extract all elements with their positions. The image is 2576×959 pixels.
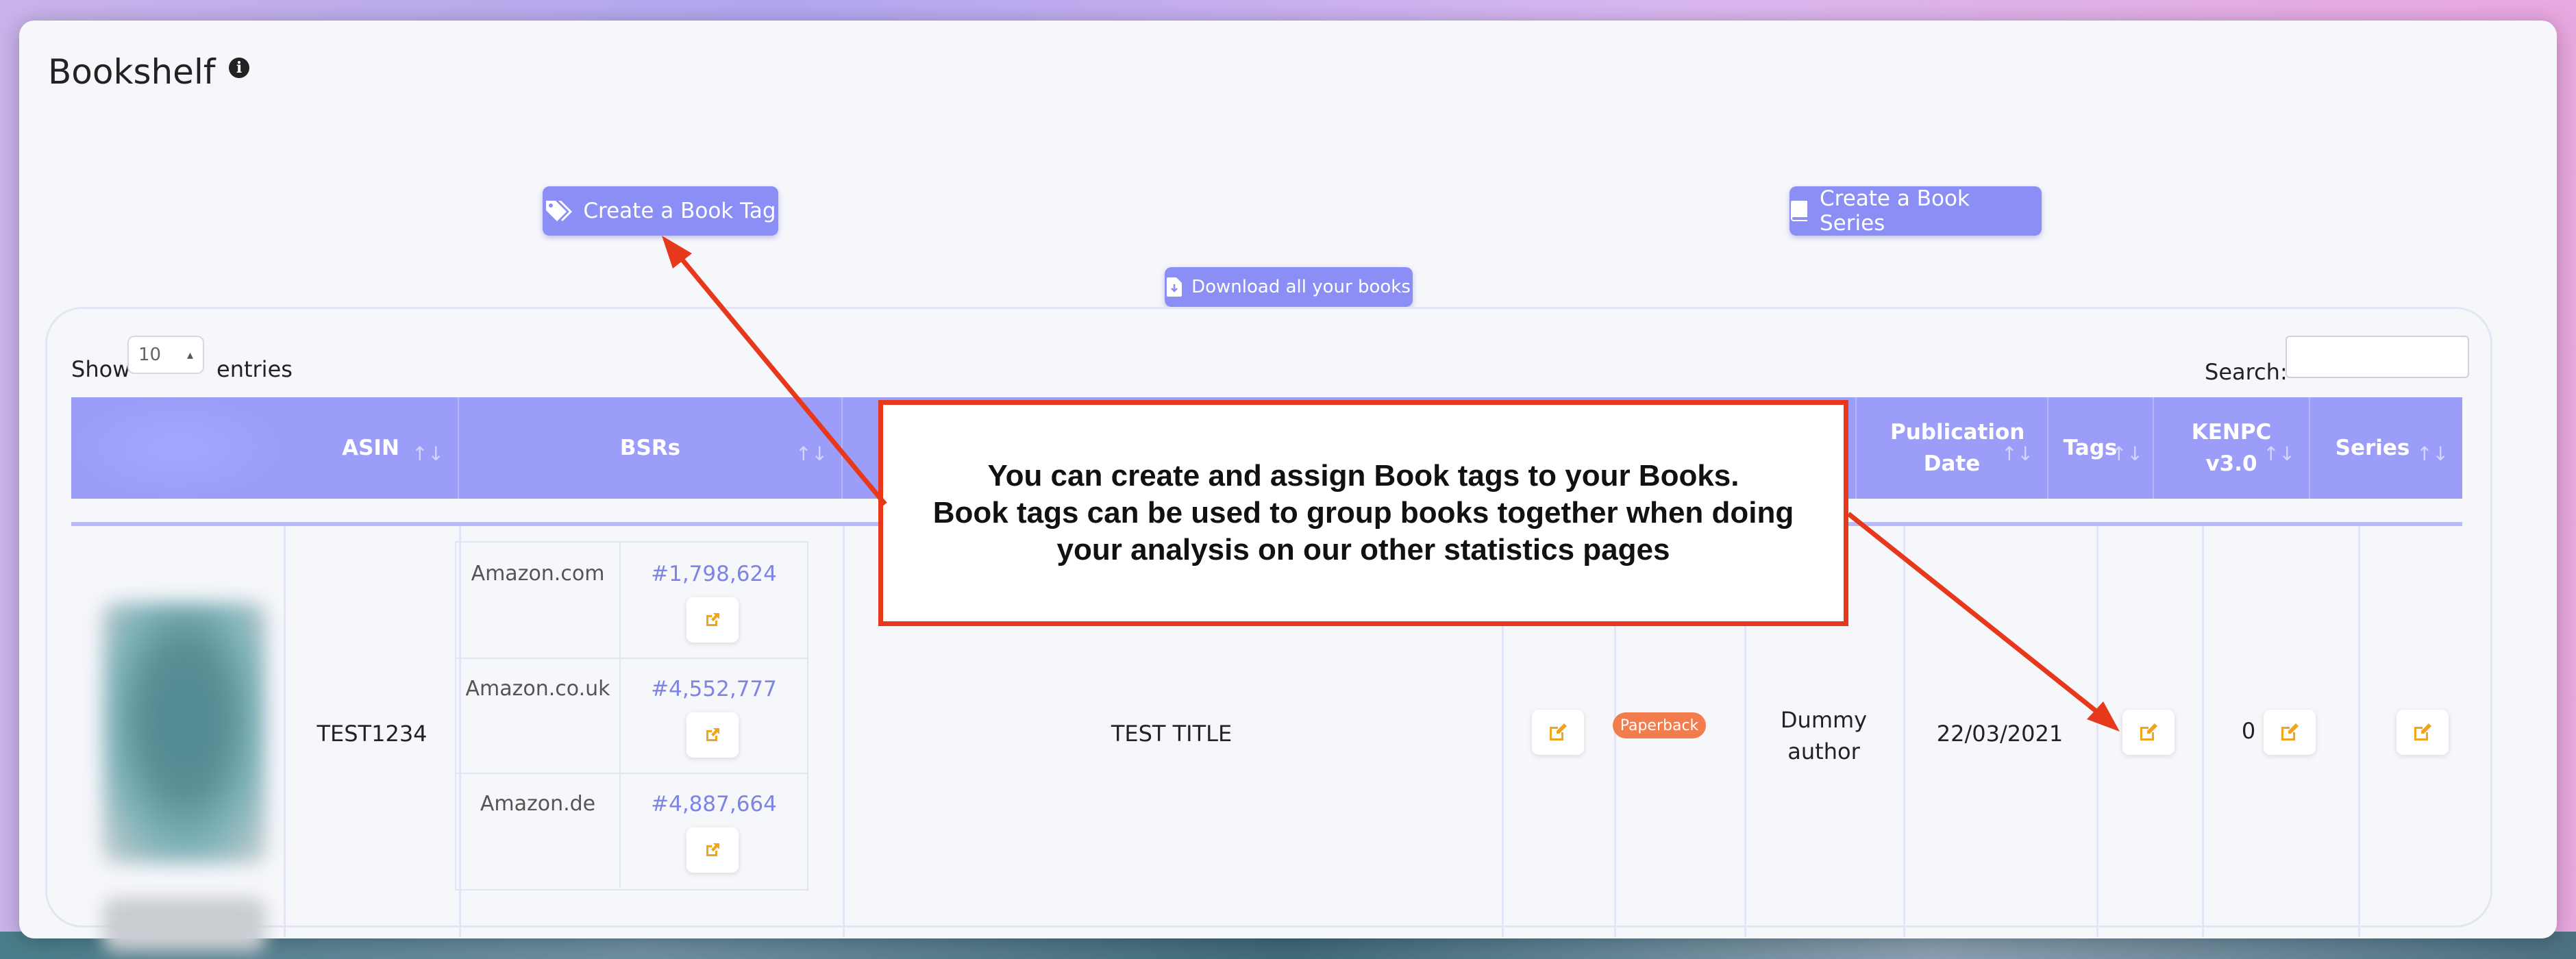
bsr-row: Amazon.co.uk #4,552,777 — [456, 658, 807, 774]
kenpc-column-header[interactable]: KENPC v3.0 ↑↓ — [2154, 397, 2310, 499]
format-badge: Paperback — [1613, 712, 1706, 738]
edit-button[interactable] — [1532, 710, 1584, 755]
external-link-button[interactable] — [686, 827, 739, 873]
bsr-rank-link[interactable]: #1,798,624 — [621, 562, 807, 586]
column-divider — [2096, 526, 2098, 937]
publication-date-value: 22/03/2021 — [1936, 721, 2064, 747]
sort-icon: ↑↓ — [2001, 443, 2033, 465]
file-download-icon — [1167, 277, 1182, 297]
sort-icon: ↑↓ — [412, 443, 444, 465]
bsr-row: Amazon.com #1,798,624 — [456, 543, 807, 659]
sort-icon: ↑↓ — [2416, 443, 2449, 465]
create-book-tag-button[interactable]: Create a Book Tag — [543, 186, 778, 236]
edit-icon — [2140, 723, 2157, 740]
thumbnail-header-glow — [71, 397, 284, 499]
external-link-icon — [706, 728, 719, 741]
book-cover-image — [103, 897, 266, 952]
annotation-callout: You can create and assign Book tags to y… — [878, 400, 1848, 626]
series-column-header[interactable]: Series ↑↓ — [2310, 397, 2462, 499]
edit-icon — [2414, 723, 2431, 740]
external-link-button[interactable] — [686, 712, 739, 758]
edit-icon — [2281, 723, 2299, 740]
show-label: Show — [71, 356, 131, 382]
tags-icon — [546, 201, 573, 221]
sort-arrows-icon: ▴ — [186, 347, 193, 362]
book-cover-image[interactable] — [103, 603, 266, 863]
column-divider — [1903, 526, 1905, 937]
create-book-series-button[interactable]: Create a Book Series — [1789, 186, 2042, 236]
bsr-row: Amazon.de #4,887,664 — [456, 773, 807, 888]
column-divider — [284, 526, 286, 937]
kenpc-value: 0 — [2241, 718, 2256, 744]
edit-kenpc-button[interactable] — [2264, 710, 2316, 755]
entries-label: entries — [216, 356, 293, 382]
page-title: Bookshelf i — [48, 52, 249, 92]
external-link-button[interactable] — [686, 597, 739, 643]
info-icon[interactable]: i — [229, 58, 249, 78]
bsr-rank-link[interactable]: #4,887,664 — [621, 792, 807, 817]
column-divider — [2358, 526, 2360, 937]
column-divider — [2202, 526, 2204, 937]
entries-select[interactable]: 10 ▴ — [127, 336, 204, 374]
bsr-table: Amazon.com #1,798,624 Amazon.co.uk #4,55… — [455, 541, 808, 891]
bsr-rank-link[interactable]: #4,552,777 — [621, 677, 807, 701]
download-all-books-button[interactable]: Download all your books — [1165, 267, 1413, 307]
book-icon — [1791, 201, 1807, 221]
bsrs-column-header[interactable]: BSRs ↑↓ — [459, 397, 843, 499]
title-value: TEST TITLE — [1111, 721, 1233, 747]
external-link-icon — [706, 613, 719, 626]
sort-icon: ↑↓ — [795, 443, 828, 465]
tags-column-header[interactable]: Tags ↑↓ — [2048, 397, 2154, 499]
sort-icon: ↑↓ — [2263, 443, 2295, 465]
search-label: Search: — [2205, 359, 2288, 385]
external-link-icon — [706, 843, 719, 856]
edit-series-button[interactable] — [2397, 710, 2449, 755]
asin-column-header[interactable]: ASIN ↑↓ — [284, 397, 459, 499]
publication-date-column-header[interactable]: Publication Date ↑↓ — [1857, 397, 2048, 499]
edit-icon — [1550, 723, 1567, 740]
column-divider — [843, 526, 845, 937]
asin-value: TEST1234 — [317, 721, 428, 747]
author-value: Dummy author — [1780, 707, 1868, 765]
search-input[interactable] — [2286, 336, 2469, 378]
edit-tags-button[interactable] — [2122, 710, 2175, 755]
sort-icon: ↑↓ — [2111, 443, 2143, 465]
